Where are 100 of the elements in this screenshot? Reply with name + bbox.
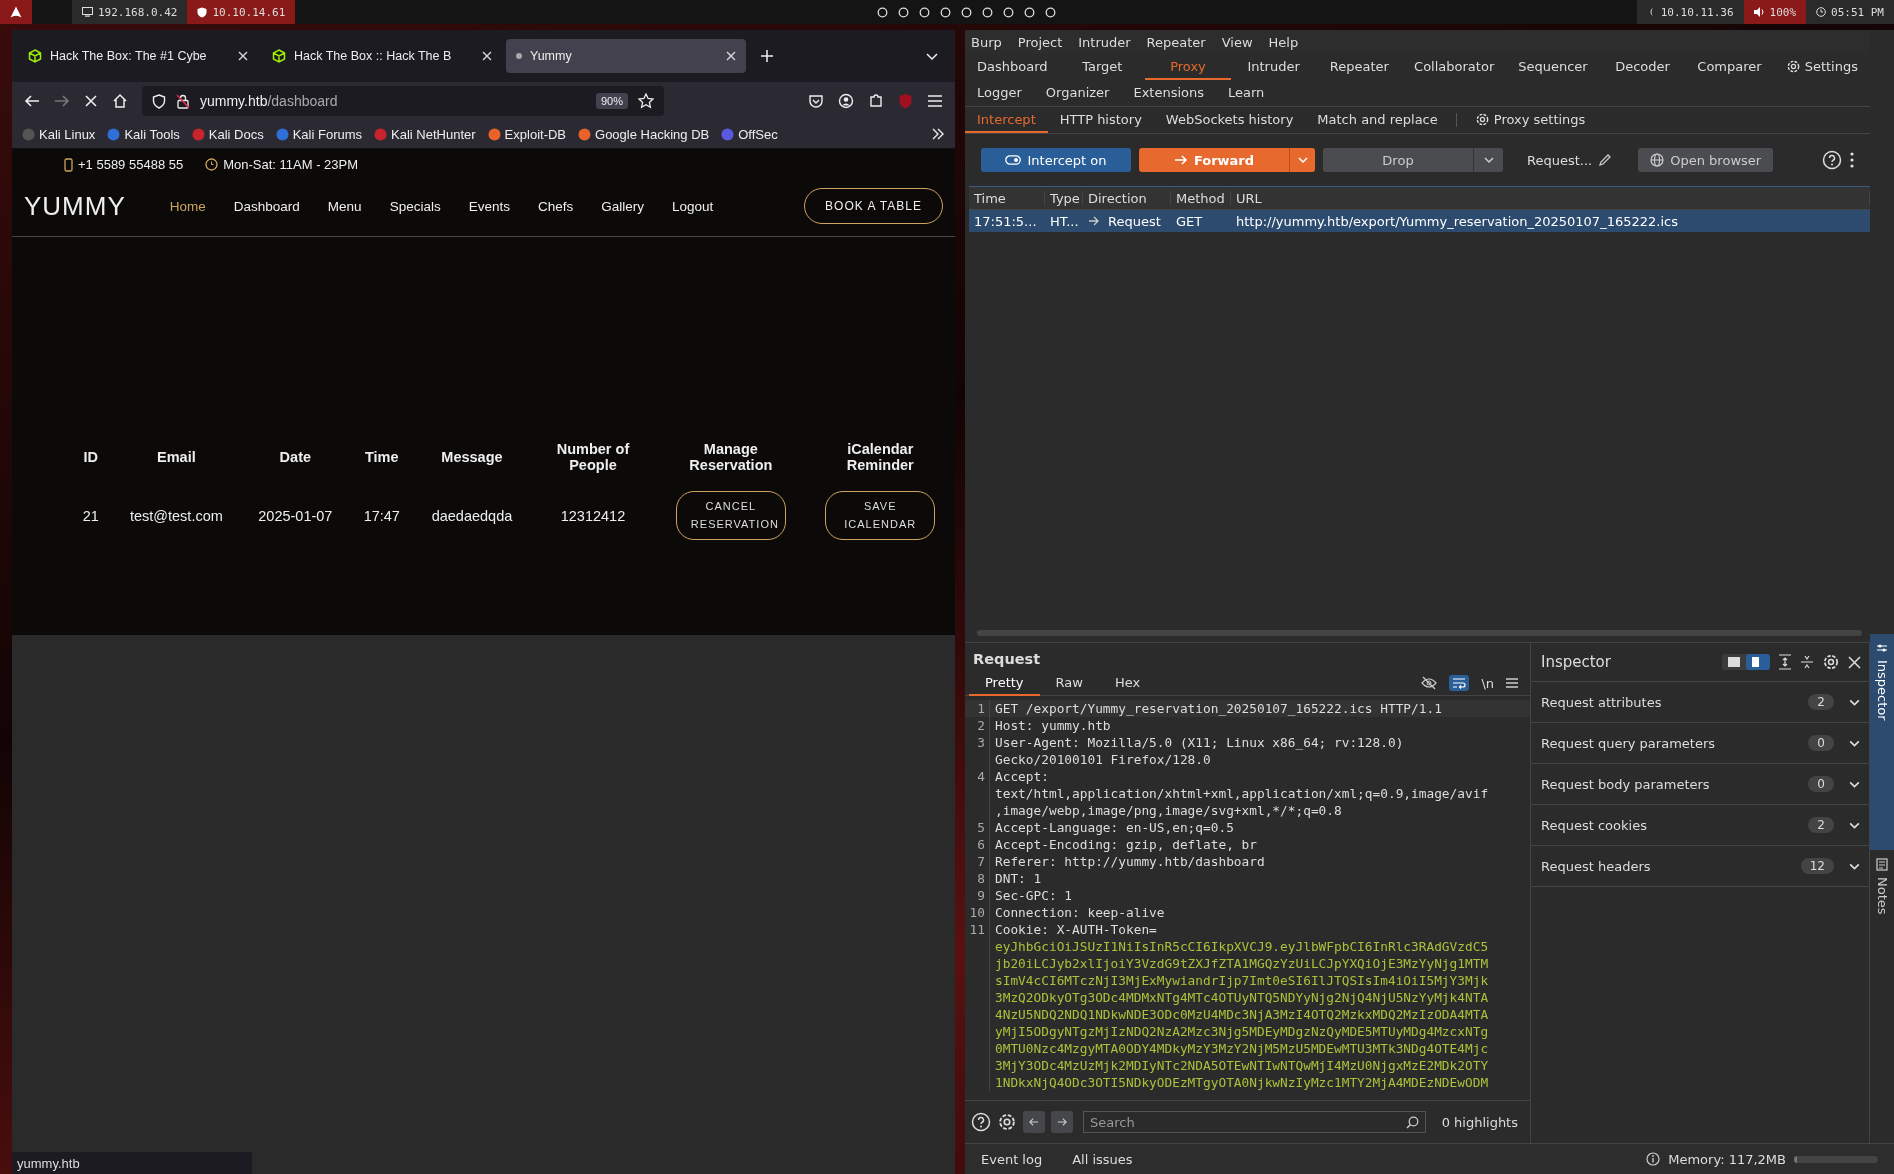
nav-link[interactable]: Events [468, 198, 510, 214]
newline-toggle[interactable]: \n [1481, 675, 1494, 691]
bookmark[interactable]: OffSec [721, 126, 778, 142]
dropdown-button[interactable] [1473, 148, 1503, 172]
tab[interactable]: Intruder [1230, 54, 1317, 80]
browser-tab[interactable]: Yummy [506, 39, 746, 73]
bookmark[interactable]: Kali Linux [22, 126, 96, 142]
menu-item[interactable]: Help [1268, 34, 1299, 50]
help-icon[interactable] [971, 1112, 991, 1132]
view-tab[interactable]: Pretty [969, 670, 1040, 696]
tab[interactable]: Proxy [1145, 54, 1231, 80]
intercept-toggle[interactable]: Intercept on [981, 148, 1131, 172]
bookmark[interactable]: Kali NetHunter [374, 126, 476, 142]
help-icon[interactable] [1822, 150, 1842, 170]
eye-off-icon[interactable] [1421, 676, 1438, 690]
layout-toggle[interactable] [1746, 654, 1770, 670]
view-tab[interactable]: Hex [1098, 670, 1157, 696]
bookmark[interactable]: Kali Docs [191, 126, 264, 142]
forward-arrow-icon[interactable] [54, 93, 70, 109]
tab[interactable]: Comparer [1685, 54, 1774, 80]
footer-tab[interactable]: All issues [1072, 1151, 1133, 1167]
workspace-icon[interactable] [981, 6, 993, 18]
browser-tab[interactable]: Hack The Box :: Hack The B [262, 39, 502, 73]
tab[interactable]: Decoder [1599, 54, 1686, 80]
nav-link[interactable]: Menu [327, 198, 362, 214]
footer-tab[interactable]: Event log [981, 1151, 1043, 1167]
address-bar[interactable]: yummy.htb/dashboard 90% [142, 86, 664, 116]
column-header[interactable]: Method [1171, 190, 1231, 206]
nav-link[interactable]: Chefs [537, 198, 574, 214]
close-icon[interactable] [238, 51, 248, 61]
stop-icon[interactable] [84, 94, 98, 108]
tab[interactable]: Intercept [965, 107, 1048, 133]
side-tab[interactable]: Inspector [1870, 634, 1894, 850]
reservation-action-button[interactable]: CANCEL RESERVATION [675, 491, 786, 541]
dropdown-button[interactable] [1289, 148, 1315, 172]
site-logo[interactable]: YUMMY [24, 190, 126, 222]
inspector-section[interactable]: Request headers 12 [1531, 846, 1869, 887]
inspector-section[interactable]: Request body parameters 0 [1531, 764, 1869, 805]
pocket-icon[interactable] [808, 93, 824, 109]
account-icon[interactable] [838, 93, 854, 109]
drop-button[interactable]: Drop [1323, 148, 1473, 172]
workspace-icon[interactable] [876, 6, 888, 18]
previous-button[interactable] [1023, 1111, 1045, 1133]
column-header[interactable]: Direction [1083, 190, 1171, 206]
wrap-toggle[interactable] [1449, 675, 1470, 691]
tab[interactable]: Target [1059, 54, 1146, 80]
tab[interactable]: Match and replace [1305, 107, 1450, 133]
shield-icon[interactable] [152, 93, 166, 109]
bookmark[interactable]: Exploit-DB [487, 126, 567, 142]
tab[interactable]: HTTP history [1047, 107, 1154, 133]
plus-icon[interactable] [760, 49, 774, 63]
pencil-icon[interactable] [1598, 153, 1613, 167]
home-icon[interactable] [112, 93, 128, 109]
gear-icon[interactable] [1785, 58, 1801, 74]
tab[interactable]: Organizer [1033, 80, 1122, 106]
tab[interactable]: WebSockets history [1153, 107, 1306, 133]
nav-link[interactable]: Dashboard [233, 198, 300, 214]
workspace-icon[interactable] [939, 6, 951, 18]
tab[interactable]: Extensions [1121, 80, 1216, 106]
tab[interactable]: Learn [1216, 80, 1277, 106]
next-button[interactable] [1051, 1111, 1073, 1133]
column-header[interactable]: Time [969, 190, 1045, 206]
tab[interactable]: Dashboard [965, 54, 1060, 80]
browser-tab[interactable]: Hack The Box: The #1 Cybe [18, 39, 258, 73]
gear-icon[interactable] [1822, 653, 1840, 671]
column-header[interactable]: Type [1045, 190, 1083, 206]
more-icon[interactable] [1850, 152, 1854, 168]
inspector-section[interactable]: Request attributes 2 [1531, 682, 1869, 723]
double-chevron-icon[interactable] [931, 127, 945, 141]
expand-icon[interactable] [1778, 654, 1792, 670]
side-tab[interactable]: Notes [1870, 850, 1894, 1006]
workspace-icon[interactable] [1002, 6, 1014, 18]
close-icon[interactable] [726, 51, 736, 61]
bookmark[interactable]: Kali Tools [107, 126, 180, 142]
open-browser-button[interactable]: Open browser [1638, 148, 1774, 172]
tab[interactable]: Logger [965, 80, 1034, 106]
menu-item[interactable]: Repeater [1146, 34, 1206, 50]
close-icon[interactable] [1848, 655, 1861, 669]
zoom-level[interactable]: 90% [595, 93, 628, 109]
reservation-action-button[interactable]: SAVE ICALENDAR [825, 491, 936, 541]
bookmark[interactable]: Google Hacking DB [578, 126, 710, 142]
workspace-icon[interactable] [1044, 6, 1056, 18]
menu-icon[interactable] [1506, 678, 1518, 688]
tab[interactable]: Settings [1773, 54, 1870, 80]
tab[interactable]: Collaborator [1402, 54, 1507, 80]
collapse-icon[interactable] [1800, 654, 1814, 670]
tab[interactable]: Proxy settings [1462, 107, 1598, 133]
menu-item[interactable]: Burp [971, 34, 1002, 50]
menu-item[interactable]: Intruder [1078, 34, 1131, 50]
inspector-section[interactable]: Request cookies 2 [1531, 805, 1869, 846]
search-field[interactable]: Search [1083, 1111, 1426, 1133]
nav-link[interactable]: Gallery [601, 198, 644, 214]
menu-item[interactable]: View [1221, 34, 1253, 50]
back-arrow-icon[interactable] [24, 93, 40, 109]
nav-link[interactable]: Specials [389, 198, 441, 214]
struck-lock-icon[interactable] [176, 93, 190, 109]
workspace-icon[interactable] [1023, 6, 1035, 18]
tab[interactable]: Repeater [1316, 54, 1403, 80]
workspace-icon[interactable] [897, 6, 909, 18]
inspector-section[interactable]: Request query parameters 0 [1531, 723, 1869, 764]
